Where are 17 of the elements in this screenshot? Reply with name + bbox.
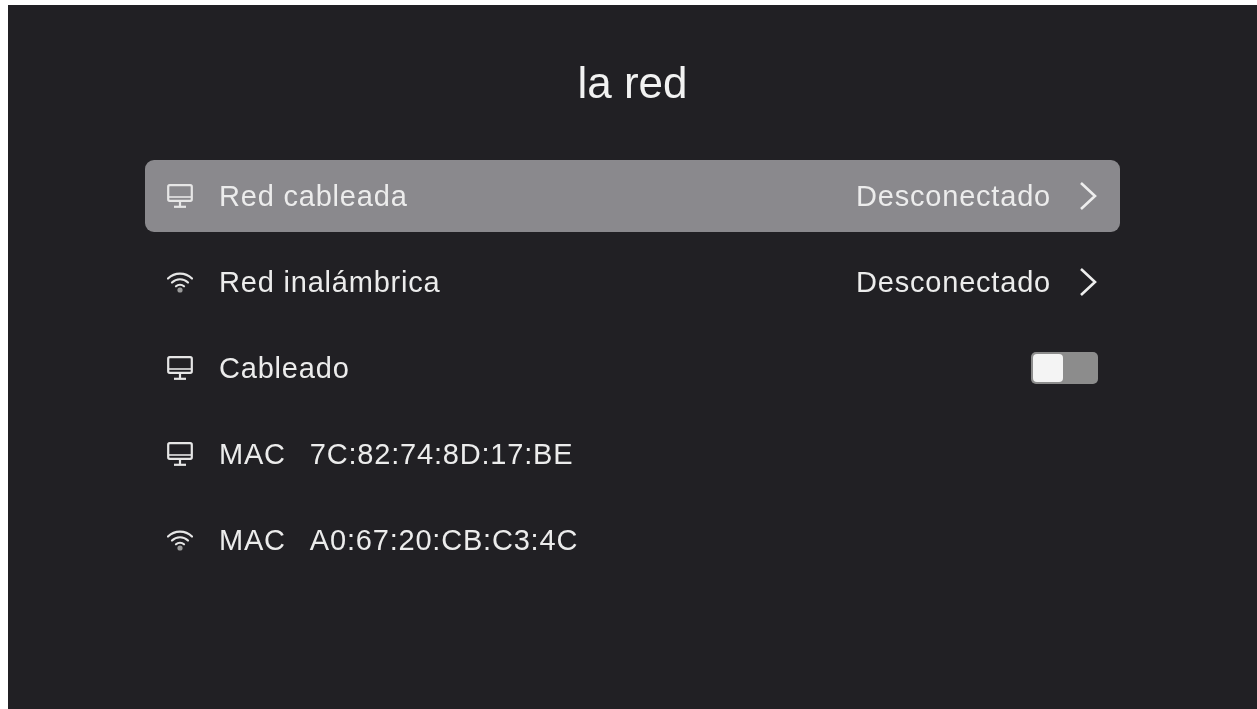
status-text: Desconectado xyxy=(856,265,1051,299)
chevron-right-icon xyxy=(1078,267,1098,297)
toggle-switch[interactable] xyxy=(1031,352,1098,384)
row-label: MAC xyxy=(219,523,286,557)
row-label: Red inalámbrica xyxy=(219,265,441,299)
screen-title: la red xyxy=(577,57,688,109)
mac-address: 7C:82:74:8D:17:BE xyxy=(309,437,574,471)
row-label: Red cableada xyxy=(219,179,408,213)
chevron-right-icon xyxy=(1078,181,1098,211)
settings-row[interactable]: Cableado xyxy=(145,332,1120,404)
row-label: Cableado xyxy=(219,351,350,385)
mac-address: A0:67:20:CB:C3:4C xyxy=(309,523,579,557)
status-text: Desconectado xyxy=(856,179,1051,213)
settings-row[interactable]: MAC 7C:82:74:8D:17:BE xyxy=(145,418,1120,490)
settings-row[interactable]: MAC A0:67:20:CB:C3:4C xyxy=(145,504,1120,576)
settings-row[interactable]: Red inalámbrica Desconectado xyxy=(145,246,1120,318)
row-label: MAC xyxy=(219,437,286,471)
